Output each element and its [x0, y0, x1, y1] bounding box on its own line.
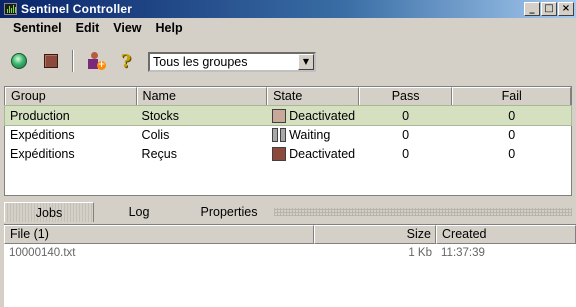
toolbar: + ? Tous les groupes ▼ — [0, 38, 576, 86]
waiting-icon — [272, 127, 287, 142]
state-cell: Deactivated — [267, 146, 359, 161]
menu-edit[interactable]: Edit — [69, 18, 107, 38]
pass-cell: 0 — [402, 108, 410, 123]
deactivated-icon — [272, 146, 287, 161]
column-header-pass[interactable]: Pass — [358, 87, 453, 106]
tab-strip: Jobs Log Properties — [4, 202, 572, 222]
fail-cell: 0 — [508, 127, 516, 142]
help-button[interactable]: ? — [115, 50, 137, 72]
table-row[interactable]: Expéditions Reçus Deactivated 0 0 — [5, 144, 571, 163]
column-header-created[interactable]: Created — [436, 225, 576, 244]
window-title: Sentinel Controller — [21, 2, 133, 16]
deactivated-icon — [272, 108, 287, 123]
add-user-icon: + — [86, 52, 106, 70]
state-label: Deactivated — [289, 146, 356, 161]
stop-icon — [44, 54, 58, 68]
close-button[interactable]: × — [558, 2, 574, 16]
file-size-cell: 1 Kb — [408, 246, 432, 259]
group-cell: Expéditions — [10, 146, 75, 161]
splitter-grip[interactable] — [274, 208, 572, 216]
pass-cell: 0 — [402, 127, 410, 142]
menu-bar: Sentinel Edit View Help — [0, 18, 576, 38]
column-header-name[interactable]: Name — [136, 87, 268, 106]
add-user-button[interactable]: + — [84, 51, 106, 71]
menu-help[interactable]: Help — [149, 18, 190, 38]
menu-view[interactable]: View — [106, 18, 148, 38]
table-row[interactable]: Production Stocks Deactivated 0 0 — [4, 105, 572, 126]
group-filter-value: Tous les groupes — [153, 55, 248, 69]
title-bar: Sentinel Controller _ □ × — [0, 0, 576, 18]
name-cell: Colis — [141, 127, 170, 142]
files-table-header: File (1) Size Created — [4, 225, 576, 244]
tab-jobs[interactable]: Jobs — [4, 202, 94, 222]
column-header-fail[interactable]: Fail — [452, 87, 571, 106]
files-table: File (1) Size Created 10000140.txt 1 Kb … — [4, 224, 576, 307]
file-row[interactable]: 10000140.txt 1 Kb 11:37:39 — [4, 244, 576, 261]
help-icon: ? — [120, 50, 132, 72]
chevron-down-icon[interactable]: ▼ — [298, 54, 314, 70]
stop-button[interactable] — [40, 51, 62, 71]
state-label: Waiting — [289, 127, 331, 142]
state-cell: Deactivated — [267, 108, 359, 123]
file-name-cell: 10000140.txt — [9, 246, 76, 259]
toolbar-separator — [72, 50, 74, 72]
column-header-group[interactable]: Group — [5, 87, 137, 106]
file-created-cell: 11:37:39 — [441, 246, 485, 259]
tab-log[interactable]: Log — [94, 202, 184, 222]
groups-table-header: Group Name State Pass Fail — [5, 87, 571, 106]
groups-table: Group Name State Pass Fail Production St… — [4, 86, 572, 196]
menu-sentinel[interactable]: Sentinel — [6, 18, 69, 38]
fail-cell: 0 — [508, 146, 516, 161]
pass-cell: 0 — [402, 146, 410, 161]
state-cell: Waiting — [267, 127, 359, 142]
minimize-button[interactable]: _ — [524, 2, 540, 16]
column-header-file[interactable]: File (1) — [4, 225, 314, 244]
group-cell: Expéditions — [10, 127, 75, 142]
group-filter-select[interactable]: Tous les groupes ▼ — [148, 52, 316, 72]
state-label: Deactivated — [289, 108, 356, 123]
column-header-state[interactable]: State — [267, 87, 359, 106]
group-cell: Production — [10, 108, 70, 123]
app-icon — [4, 3, 17, 15]
name-cell: Reçus — [141, 146, 177, 161]
name-cell: Stocks — [141, 108, 180, 123]
column-header-size[interactable]: Size — [314, 225, 436, 244]
start-button[interactable] — [8, 51, 30, 71]
maximize-button[interactable]: □ — [541, 2, 557, 16]
fail-cell: 0 — [508, 108, 516, 123]
tab-properties[interactable]: Properties — [184, 202, 274, 222]
play-icon — [11, 53, 27, 69]
table-row[interactable]: Expéditions Colis Waiting 0 0 — [5, 125, 571, 144]
